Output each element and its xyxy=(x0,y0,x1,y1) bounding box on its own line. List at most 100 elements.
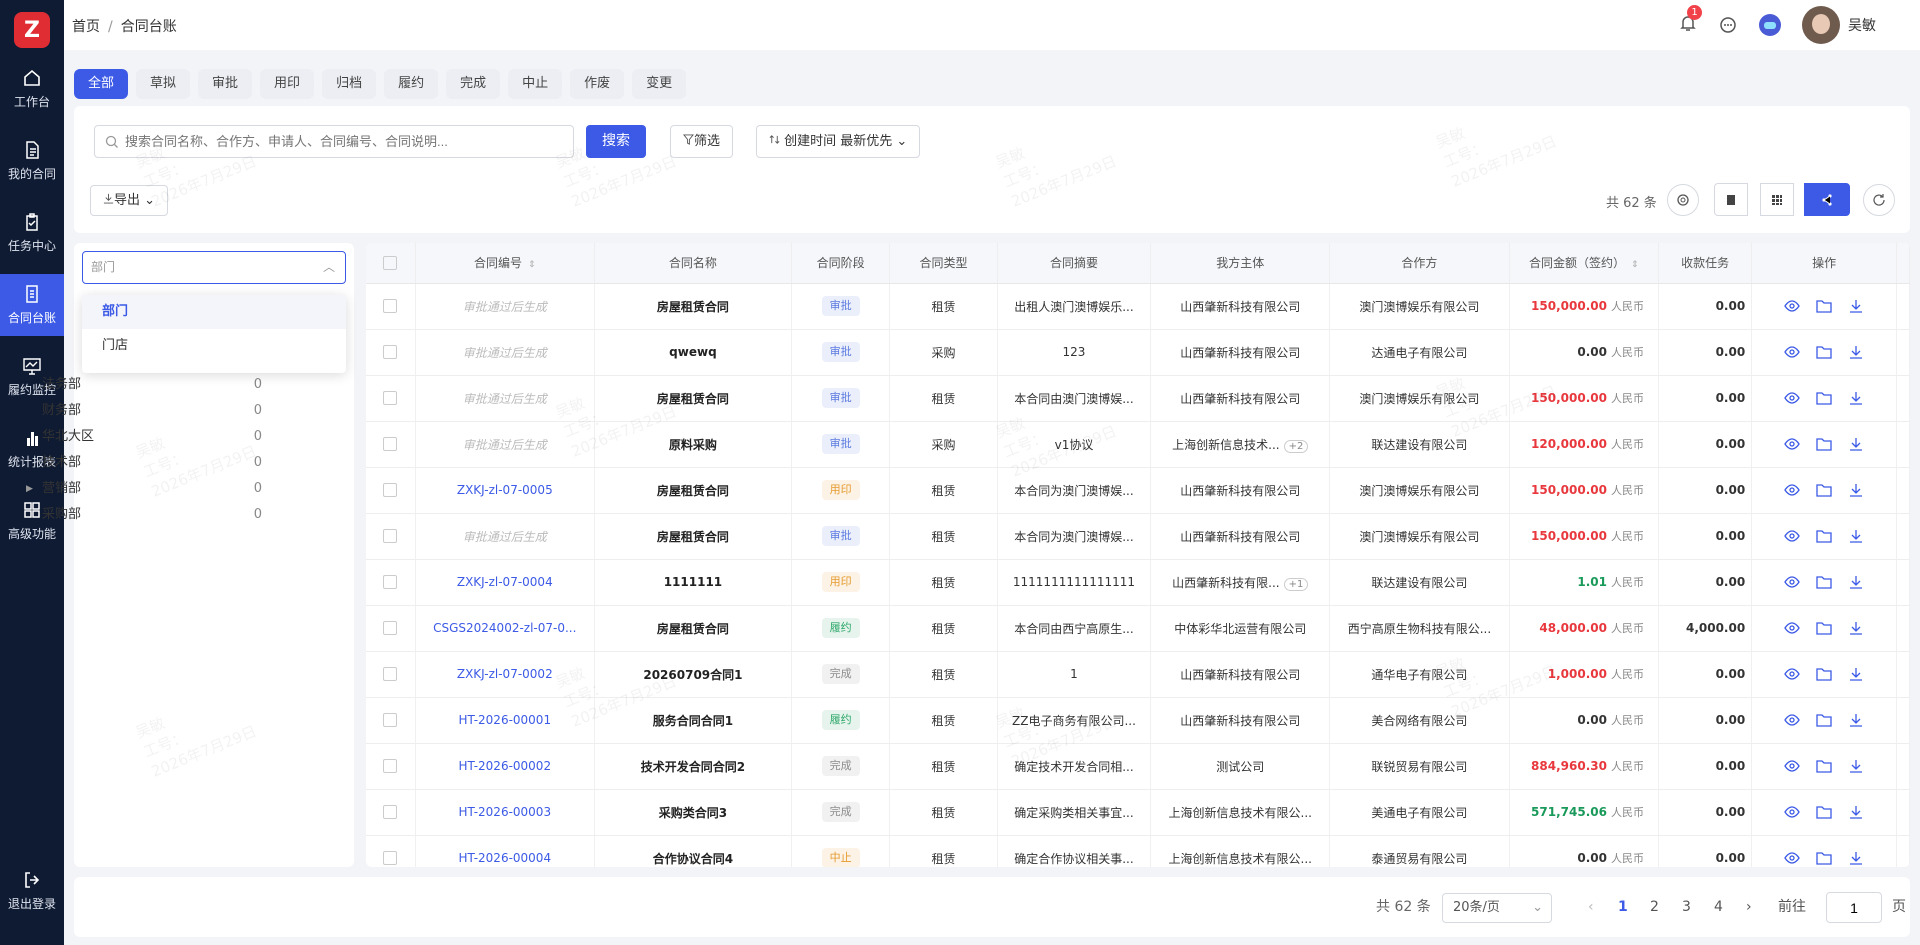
tab-9[interactable]: 作废 xyxy=(570,69,625,99)
contract-code[interactable]: CSGS2024002-zl-07-0... xyxy=(415,605,595,652)
table-row[interactable]: HT-2026-00003 采购类合同3 完成 租赁 确定采购类相关事宜... 上海创新信… xyxy=(366,789,1910,836)
row-select[interactable] xyxy=(366,835,416,867)
checkbox[interactable] xyxy=(383,391,398,406)
folder-icon[interactable] xyxy=(1816,528,1832,544)
download-icon[interactable] xyxy=(1848,528,1864,544)
tab-6[interactable]: 履约 xyxy=(384,69,439,99)
sidebar-item-3[interactable]: 任务中心 xyxy=(0,202,64,264)
folder-icon[interactable] xyxy=(1816,620,1832,636)
folder-icon[interactable] xyxy=(1816,344,1832,360)
table-row[interactable]: HT-2026-00001 服务合同合同1 履约 租赁 ZZ电子商务有限公司... 山西肇… xyxy=(366,697,1910,744)
table-row[interactable]: ZXKJ-zl-07-0005 房屋租赁合同 用印 租赁 本合同为澳门澳博娱... 山西肇… xyxy=(366,467,1910,514)
download-icon[interactable] xyxy=(1848,482,1864,498)
more-parties-badge[interactable]: +2 xyxy=(1283,439,1309,453)
row-select[interactable] xyxy=(366,329,416,376)
checkbox[interactable] xyxy=(383,805,398,820)
tab-4[interactable]: 用印 xyxy=(260,69,315,99)
table-row[interactable]: HT-2026-00002 技术开发合同合同2 完成 租赁 确定技术开发合同相... 测试… xyxy=(366,743,1910,790)
contract-code[interactable]: HT-2026-00004 xyxy=(415,835,595,867)
header-select-all[interactable] xyxy=(366,243,416,284)
contract-code[interactable]: ZXKJ-zl-07-0005 xyxy=(415,467,595,514)
dropdown-option[interactable]: 部门 xyxy=(82,295,346,329)
folder-icon[interactable] xyxy=(1816,758,1832,774)
eye-icon[interactable] xyxy=(1784,574,1800,590)
user-name[interactable]: 吴敏 xyxy=(1848,15,1876,35)
table-row[interactable]: 审批通过后生成 房屋租赁合同 审批 租赁 本合同由澳门澳博娱... 山西肇新科技有限公司 澳… xyxy=(366,375,1910,422)
tab-5[interactable]: 归档 xyxy=(322,69,377,99)
download-icon[interactable] xyxy=(1848,620,1864,636)
checkbox[interactable] xyxy=(383,483,398,498)
sort-icon[interactable]: ⇕ xyxy=(528,260,536,270)
row-select[interactable] xyxy=(366,513,416,560)
sidebar-item-1[interactable]: 工作台 xyxy=(0,58,64,120)
page-number[interactable]: 1 xyxy=(1618,877,1628,937)
export-button[interactable]: 导出 ⌄ xyxy=(90,185,169,216)
folder-icon[interactable] xyxy=(1816,436,1832,452)
row-select[interactable] xyxy=(366,559,416,606)
eye-icon[interactable] xyxy=(1784,298,1800,314)
checkbox[interactable] xyxy=(383,667,398,682)
row-select[interactable] xyxy=(366,421,416,468)
settings-button[interactable] xyxy=(1667,184,1699,216)
checkbox[interactable] xyxy=(383,621,398,636)
download-icon[interactable] xyxy=(1848,344,1864,360)
row-select[interactable] xyxy=(366,283,416,330)
folder-icon[interactable] xyxy=(1816,666,1832,682)
contract-code[interactable]: HT-2026-00002 xyxy=(415,743,595,790)
download-icon[interactable] xyxy=(1848,666,1864,682)
checkbox[interactable] xyxy=(383,345,398,360)
eye-icon[interactable] xyxy=(1784,850,1800,866)
download-icon[interactable] xyxy=(1848,712,1864,728)
page-size-select[interactable]: 20条/页 ⌄ xyxy=(1442,893,1552,923)
eye-icon[interactable] xyxy=(1784,712,1800,728)
tab-10[interactable]: 变更 xyxy=(632,69,687,99)
checkbox[interactable] xyxy=(383,437,398,452)
folder-icon[interactable] xyxy=(1816,712,1832,728)
tree-node[interactable]: ▶ 营销部 0 xyxy=(26,476,262,502)
contract-code[interactable]: ZXKJ-zl-07-0004 xyxy=(415,559,595,606)
contract-code[interactable]: ZXKJ-zl-07-0002 xyxy=(415,651,595,698)
download-icon[interactable] xyxy=(1848,804,1864,820)
search-input[interactable] xyxy=(125,126,565,156)
eye-icon[interactable] xyxy=(1784,804,1800,820)
tab-3[interactable]: 审批 xyxy=(198,69,253,99)
avatar[interactable] xyxy=(1802,6,1840,44)
logout-button[interactable]: 退出登录 xyxy=(0,860,64,922)
download-icon[interactable] xyxy=(1848,436,1864,452)
checkbox[interactable] xyxy=(383,713,398,728)
contract-code[interactable]: HT-2026-00003 xyxy=(415,789,595,836)
dropdown-option[interactable]: 门店 xyxy=(82,329,346,363)
table-row[interactable]: 审批通过后生成 房屋租赁合同 审批 租赁 出租人澳门澳博娱乐... 山西肇新科技有限公司 澳… xyxy=(366,283,1910,330)
checkbox[interactable] xyxy=(383,529,398,544)
more-parties-badge[interactable]: +1 xyxy=(1283,577,1309,591)
checkbox[interactable] xyxy=(383,575,398,590)
grid-view-button[interactable] xyxy=(1760,183,1794,216)
tree-node[interactable]: 采购部 0 xyxy=(42,502,262,528)
download-icon[interactable] xyxy=(1848,574,1864,590)
table-row[interactable]: ZXKJ-zl-07-0004 1111111 用印 租赁 11111111111111… xyxy=(366,559,1910,606)
sidebar-item-2[interactable]: 我的合同 xyxy=(0,130,64,192)
table-row[interactable]: 审批通过后生成 房屋租赁合同 审批 租赁 本合同为澳门澳博娱... 山西肇新科技有限公司 澳… xyxy=(366,513,1910,560)
eye-icon[interactable] xyxy=(1784,436,1800,452)
folder-icon[interactable] xyxy=(1816,574,1832,590)
search-button[interactable]: 搜索 xyxy=(586,125,646,158)
eye-icon[interactable] xyxy=(1784,620,1800,636)
tree-node[interactable]: 华北大区 0 xyxy=(42,424,262,450)
caret-right-icon[interactable]: ▶ xyxy=(26,476,33,502)
list-view-button[interactable] xyxy=(1714,183,1748,216)
tab-7[interactable]: 完成 xyxy=(446,69,501,99)
folder-icon[interactable] xyxy=(1816,298,1832,314)
folder-icon[interactable] xyxy=(1816,804,1832,820)
contract-code[interactable]: HT-2026-00001 xyxy=(415,697,595,744)
message-icon[interactable] xyxy=(1718,15,1738,35)
page-number[interactable]: 4 xyxy=(1714,877,1723,937)
sort-icon[interactable]: ⇕ xyxy=(1631,260,1639,270)
download-icon[interactable] xyxy=(1848,390,1864,406)
assistant-icon[interactable] xyxy=(1758,13,1782,37)
filter-button[interactable]: 筛选 xyxy=(670,125,734,158)
share-view-button[interactable] xyxy=(1804,183,1850,216)
next-page-button[interactable]: › xyxy=(1746,877,1752,937)
eye-icon[interactable] xyxy=(1784,390,1800,406)
refresh-button[interactable] xyxy=(1863,184,1895,216)
department-select[interactable]: 部门 ︿ xyxy=(82,251,346,284)
